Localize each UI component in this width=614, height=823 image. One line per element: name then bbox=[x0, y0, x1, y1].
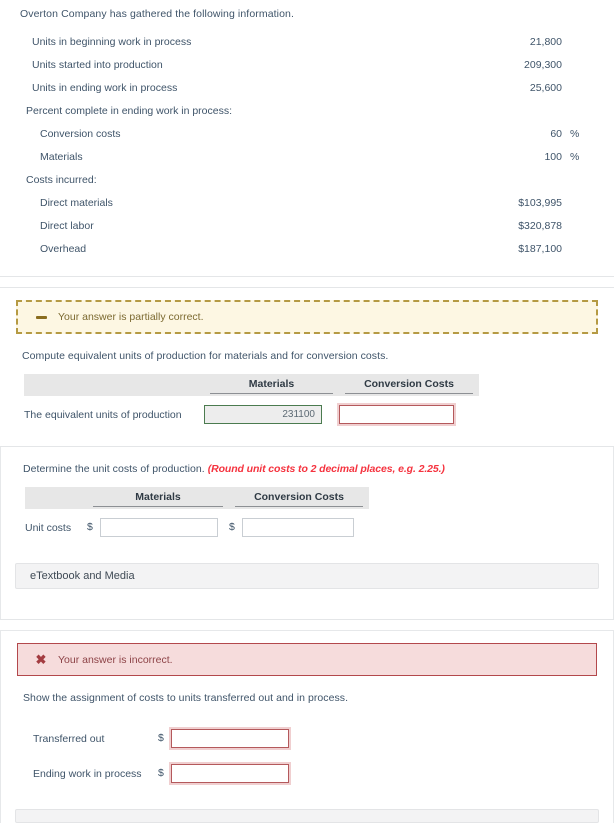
given-information-table: Units in beginning work in process 21,80… bbox=[18, 30, 596, 260]
currency-symbol: $ bbox=[229, 521, 235, 533]
table-row: Materials 100 % bbox=[18, 145, 596, 168]
unit-costs-table: Materials Conversion Costs Unit costs $ … bbox=[25, 487, 369, 537]
table-row: Costs incurred: bbox=[18, 168, 596, 191]
minus-icon bbox=[30, 315, 52, 319]
currency-symbol: $ bbox=[87, 521, 93, 533]
fact-value: 209,300 bbox=[524, 58, 562, 71]
partial-correct-alert-text: Your answer is partially correct. bbox=[58, 311, 204, 323]
table-row: Units in ending work in process 25,600 bbox=[18, 76, 596, 99]
transferred-out-label: Transferred out bbox=[33, 732, 105, 745]
currency-symbol: $ bbox=[158, 767, 164, 779]
incorrect-alert: ✖ Your answer is incorrect. bbox=[17, 643, 597, 676]
equivalent-units-table: Materials Conversion Costs The equivalen… bbox=[24, 374, 479, 424]
fact-unit bbox=[562, 168, 596, 191]
cost-assignment-card: ✖ Your answer is incorrect. Show the ass… bbox=[0, 630, 614, 823]
equivalent-units-row-label: The equivalent units of production bbox=[24, 408, 182, 421]
fact-label: Units started into production bbox=[32, 58, 163, 71]
unit-costs-conversion-cell: $ bbox=[229, 509, 369, 537]
column-header-conversion-costs: Conversion Costs bbox=[229, 487, 369, 509]
table-row: Direct materials $103,995 bbox=[18, 191, 596, 214]
fact-value: 60 bbox=[550, 127, 562, 140]
fact-value: 21,800 bbox=[529, 35, 562, 48]
fact-label: Direct materials bbox=[40, 196, 113, 209]
column-header-materials: Materials bbox=[204, 374, 339, 396]
intro-title: Overton Company has gathered the followi… bbox=[20, 8, 294, 20]
fact-value bbox=[466, 168, 562, 191]
equivalent-units-instruction: Compute equivalent units of production f… bbox=[22, 350, 389, 362]
fact-unit bbox=[562, 53, 596, 76]
table-row: Overhead $187,100 bbox=[18, 237, 596, 260]
fact-unit bbox=[562, 30, 596, 53]
currency-symbol: $ bbox=[158, 732, 164, 744]
equivalent-units-conversion-cell bbox=[339, 396, 479, 424]
fact-label: Direct labor bbox=[40, 219, 94, 232]
fact-label: Percent complete in ending work in proce… bbox=[26, 104, 233, 117]
ending-wip-input[interactable] bbox=[170, 764, 289, 783]
equivalent-units-materials-input[interactable] bbox=[204, 405, 322, 424]
incorrect-alert-text: Your answer is incorrect. bbox=[58, 653, 173, 666]
unit-costs-conversion-input[interactable] bbox=[241, 518, 354, 537]
table-row: Transferred out $ bbox=[25, 720, 289, 748]
unit-costs-card: Determine the unit costs of production. … bbox=[0, 447, 614, 619]
equivalent-units-conversion-input[interactable] bbox=[339, 405, 454, 424]
fact-label: Units in ending work in process bbox=[32, 81, 178, 94]
unit-costs-row-label: Unit costs bbox=[25, 521, 72, 534]
x-icon: ✖ bbox=[35, 652, 47, 667]
etextbook-and-media-button[interactable]: eTextbook and Media bbox=[15, 563, 599, 589]
fact-value: $187,100 bbox=[518, 242, 562, 255]
equivalent-units-table-wrap: Materials Conversion Costs The equivalen… bbox=[0, 362, 614, 424]
table-row: Unit costs $ $ bbox=[25, 509, 369, 537]
unit-costs-materials-input[interactable] bbox=[99, 518, 218, 537]
fact-unit bbox=[562, 76, 596, 99]
fact-value: $320,878 bbox=[518, 219, 562, 232]
fact-value: 25,600 bbox=[529, 81, 562, 94]
fact-label: Materials bbox=[40, 150, 83, 163]
fact-value: $103,995 bbox=[518, 196, 562, 209]
section-divider bbox=[0, 287, 614, 288]
table-row: Conversion costs 60 % bbox=[18, 122, 596, 145]
column-header-blank bbox=[24, 374, 204, 396]
column-header-blank bbox=[25, 487, 87, 509]
fact-label: Units in beginning work in process bbox=[32, 35, 192, 48]
transferred-out-cell: $ bbox=[158, 720, 289, 748]
fact-label: Conversion costs bbox=[40, 127, 121, 140]
ending-wip-cell: $ bbox=[158, 748, 289, 783]
fact-value: 100 bbox=[544, 150, 562, 163]
fact-value bbox=[466, 99, 562, 122]
etextbook-and-media-label: eTextbook and Media bbox=[30, 570, 135, 582]
unit-costs-rounding-hint: (Round unit costs to 2 decimal places, e… bbox=[207, 463, 445, 475]
fact-label: Overhead bbox=[40, 242, 87, 255]
ending-wip-label: Ending work in process bbox=[33, 767, 142, 780]
fact-unit: % bbox=[570, 127, 580, 140]
table-row: Ending work in process $ bbox=[25, 748, 289, 783]
cost-assignment-instruction: Show the assignment of costs to units tr… bbox=[23, 692, 349, 704]
fact-unit bbox=[562, 99, 596, 122]
column-header-materials: Materials bbox=[87, 487, 229, 509]
table-row: Units in beginning work in process 21,80… bbox=[18, 30, 596, 53]
unit-costs-materials-cell: $ bbox=[87, 509, 229, 537]
table-row: Units started into production 209,300 bbox=[18, 53, 596, 76]
column-header-conversion-costs: Conversion Costs bbox=[339, 374, 479, 396]
part-one-card: Your answer is partially correct. Comput… bbox=[0, 300, 614, 447]
fact-unit bbox=[562, 214, 596, 237]
unit-costs-table-wrap: Materials Conversion Costs Unit costs $ … bbox=[1, 475, 613, 537]
fact-unit: % bbox=[570, 150, 580, 163]
transferred-out-input[interactable] bbox=[170, 729, 289, 748]
table-header-row: Materials Conversion Costs bbox=[24, 374, 479, 396]
equivalent-units-materials-cell bbox=[204, 396, 339, 424]
table-row: The equivalent units of production bbox=[24, 396, 479, 424]
fact-unit bbox=[562, 237, 596, 260]
cost-assignment-table: Transferred out $ Ending work in process… bbox=[25, 720, 289, 783]
given-information-block: Overton Company has gathered the followi… bbox=[0, 0, 614, 260]
table-row: Direct labor $320,878 bbox=[18, 214, 596, 237]
fact-label: Costs incurred: bbox=[26, 173, 97, 186]
unit-costs-instruction-main: Determine the unit costs of production. bbox=[23, 463, 205, 475]
cost-assignment-table-wrap: Transferred out $ Ending work in process… bbox=[1, 704, 613, 783]
bottom-partial-bar[interactable] bbox=[15, 809, 599, 823]
unit-costs-instruction: Determine the unit costs of production. … bbox=[1, 447, 613, 475]
table-header-row: Materials Conversion Costs bbox=[25, 487, 369, 509]
fact-unit bbox=[562, 191, 596, 214]
table-row: Percent complete in ending work in proce… bbox=[18, 99, 596, 122]
partial-correct-alert: Your answer is partially correct. bbox=[16, 300, 598, 334]
